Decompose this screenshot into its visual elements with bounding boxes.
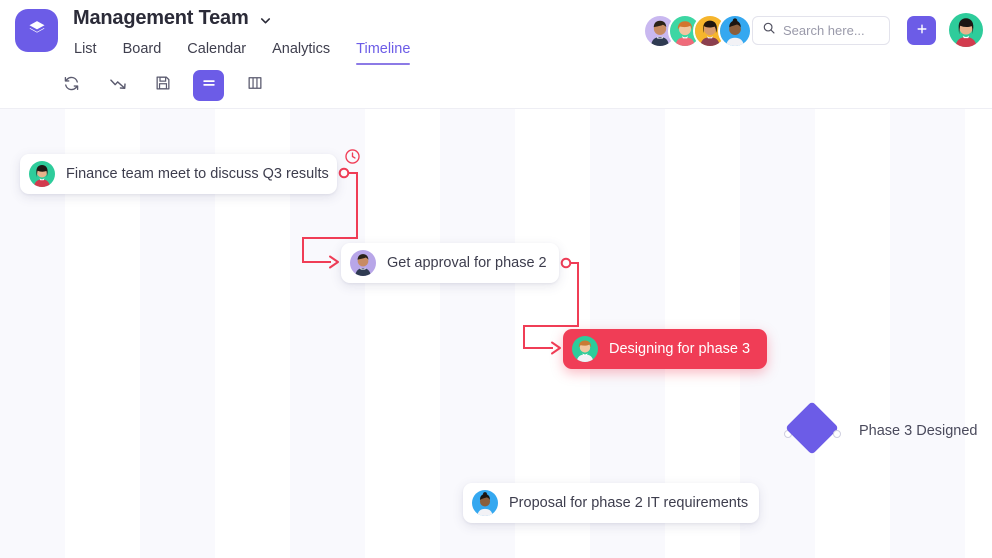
tab-analytics[interactable]: Analytics [272,40,330,65]
milestone-phase-3-designed[interactable]: Phase 3 Designed [784,401,978,455]
member-avatar-group [643,14,752,48]
milestone-dot-right [833,430,841,438]
grid-column [890,109,965,558]
task-label: Get approval for phase 2 [387,255,547,271]
trend-down-icon-button[interactable]: Critical path [102,70,133,101]
app-header: Management Team List Board Calendar Anal… [0,0,992,65]
tab-timeline[interactable]: Timeline [356,40,411,65]
refresh-icon [62,74,81,98]
save-icon [154,74,172,97]
tab-board[interactable]: Board [123,40,162,65]
refresh-icon-button[interactable]: Refresh [56,70,87,101]
baseline-icon-button[interactable]: Baseline [193,70,224,101]
avatar [29,161,55,187]
task-card-proposal-it[interactable]: Proposal for phase 2 IT requirements [463,483,759,523]
columns-icon [246,74,264,97]
save-icon-button[interactable]: Save [147,70,178,101]
trend-down-icon [108,73,128,98]
search-icon [762,21,776,40]
milestone-label: Phase 3 Designed [859,423,978,439]
milestone-diamond-icon [785,401,839,455]
clock-icon[interactable] [344,148,361,170]
tab-calendar[interactable]: Calendar [187,40,246,65]
workspace-title-group[interactable]: Management Team [73,5,272,31]
avatar [572,336,598,362]
baseline-icon [200,74,218,97]
tab-list[interactable]: List [74,40,97,65]
avatar-member-4[interactable] [718,14,752,48]
task-label: Proposal for phase 2 IT requirements [509,495,749,511]
avatar [350,250,376,276]
avatar [472,490,498,516]
layers-icon [26,17,48,44]
timeline-toolbar: Refresh Critical path Save [0,62,992,109]
task-card-designing-phase-3[interactable]: Designing for phase 3 [563,329,767,369]
timeline-app: Management Team List Board Calendar Anal… [0,0,992,558]
search-bar[interactable] [752,16,890,45]
task-label: Finance team meet to discuss Q3 results [66,166,329,182]
page-title: Management Team [73,7,249,29]
timeline-canvas[interactable]: Finance team meet to discuss Q3 results … [0,109,992,558]
columns-icon-button[interactable]: Columns [239,70,270,101]
chevron-down-icon[interactable] [258,13,272,27]
app-logo[interactable] [15,9,58,52]
plus-icon [915,22,929,39]
main-tabs: List Board Calendar Analytics Timeline [74,40,411,65]
add-button[interactable]: + [907,16,936,45]
task-card-finance-meet[interactable]: Finance team meet to discuss Q3 results [20,154,337,194]
task-label: Designing for phase 3 [609,341,751,357]
avatar-current-user[interactable] [949,13,983,47]
task-card-get-approval[interactable]: Get approval for phase 2 [341,243,559,283]
search-input[interactable] [783,23,883,38]
